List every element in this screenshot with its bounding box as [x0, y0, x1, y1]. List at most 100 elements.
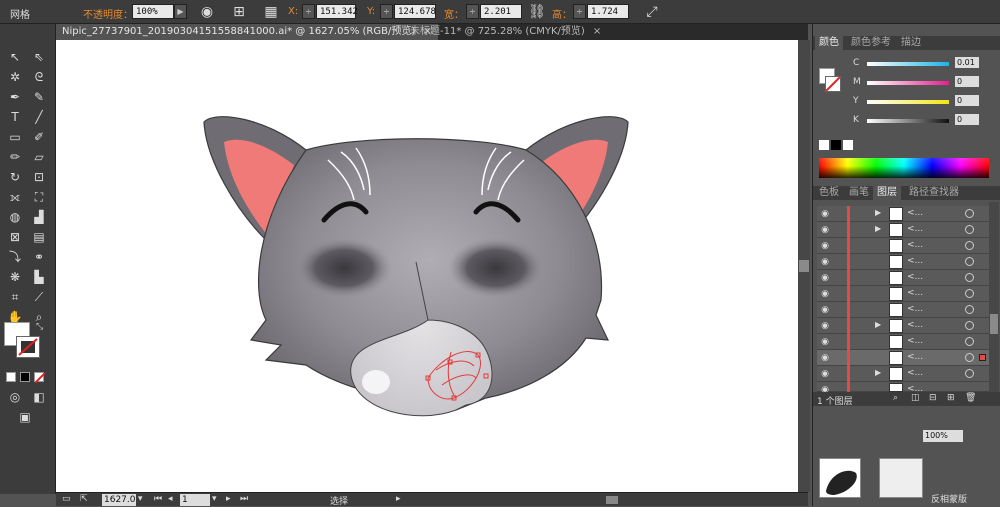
- target-icon[interactable]: [965, 273, 974, 282]
- artboard-dropdown-icon[interactable]: ▾: [212, 494, 217, 504]
- selection-tool-icon[interactable]: ↖: [4, 48, 26, 66]
- target-icon[interactable]: [965, 369, 974, 378]
- tab-swatches[interactable]: 色板: [815, 186, 843, 200]
- target-icon[interactable]: [965, 305, 974, 314]
- layer-row[interactable]: ◉ ▶ <...: [817, 206, 989, 222]
- magic-wand-tool-icon[interactable]: ✲: [4, 68, 26, 86]
- draw-behind-icon[interactable]: ◧: [28, 388, 50, 406]
- target-icon[interactable]: [965, 321, 974, 330]
- shape-builder-tool-icon[interactable]: ◍: [4, 208, 26, 226]
- target-icon[interactable]: [965, 225, 974, 234]
- opacity-label[interactable]: 不透明度：: [83, 6, 133, 21]
- pencil-tool-icon[interactable]: ✏: [4, 148, 26, 166]
- magenta-slider[interactable]: [867, 81, 949, 85]
- visibility-eye-icon[interactable]: ◉: [819, 288, 831, 300]
- visibility-eye-icon[interactable]: ◉: [819, 320, 831, 332]
- reference-point-icon[interactable]: ▦: [262, 3, 280, 21]
- slice-tool-icon[interactable]: ⟋: [28, 288, 50, 306]
- none-mode-icon[interactable]: [34, 372, 46, 384]
- color-spectrum[interactable]: [819, 158, 989, 178]
- perspective-grid-tool-icon[interactable]: ▟: [28, 208, 50, 226]
- layer-row[interactable]: ◉ <...: [817, 254, 989, 270]
- artboard-nav-icon[interactable]: ▭: [62, 494, 71, 504]
- visibility-eye-icon[interactable]: ◉: [819, 256, 831, 268]
- tab-layers[interactable]: 图层: [873, 186, 901, 200]
- target-icon[interactable]: [965, 241, 974, 250]
- last-artboard-icon[interactable]: ⏭: [240, 494, 248, 504]
- swap-fill-stroke-icon[interactable]: ⤡: [36, 322, 43, 332]
- curvature-tool-icon[interactable]: ✎: [28, 88, 50, 106]
- transform-icon[interactable]: ⤢: [643, 3, 661, 21]
- paintbrush-tool-icon[interactable]: ✐: [28, 128, 50, 146]
- prev-artboard-icon[interactable]: ◂: [168, 494, 173, 504]
- layer-row[interactable]: ◉ <...: [817, 238, 989, 254]
- expand-icon[interactable]: ▶: [875, 368, 881, 377]
- height-stepper[interactable]: ÷: [573, 4, 586, 19]
- layer-row[interactable]: ◉ <...: [817, 382, 989, 395]
- magenta-value-field[interactable]: 0: [955, 76, 979, 87]
- opacity-dropdown-button[interactable]: ▶: [174, 4, 187, 19]
- make-clipping-mask-icon[interactable]: ◫: [911, 393, 920, 403]
- layer-row[interactable]: ◉ <...: [817, 334, 989, 350]
- artboard-canvas[interactable]: [56, 40, 798, 492]
- draw-mode-icon[interactable]: ◎: [4, 388, 26, 406]
- stroke-swatch[interactable]: [16, 336, 40, 358]
- direct-selection-tool-icon[interactable]: ⇖: [28, 48, 50, 66]
- expand-icon[interactable]: ▶: [875, 224, 881, 233]
- gradient-mode-icon[interactable]: [20, 372, 30, 382]
- rotate-tool-icon[interactable]: ↻: [4, 168, 26, 186]
- opacity-field[interactable]: 100%: [132, 4, 174, 19]
- layer-row[interactable]: ◉ <...: [817, 286, 989, 302]
- new-sublayer-icon[interactable]: ⊟: [929, 393, 937, 403]
- opacity-mask-thumbnail[interactable]: [879, 458, 923, 498]
- target-icon[interactable]: [965, 289, 974, 298]
- quick-swatches[interactable]: [819, 140, 855, 150]
- recolor-icon[interactable]: ◉: [198, 3, 216, 21]
- x-field[interactable]: 151.342 m: [316, 4, 358, 32]
- screen-mode-icon[interactable]: ▣: [14, 408, 36, 426]
- tab-nipic-document[interactable]: Nipic_27737901_20190304151558841000.ai* …: [56, 24, 438, 40]
- artboard-tool-icon[interactable]: ⌗: [4, 288, 26, 306]
- expand-icon[interactable]: ▶: [875, 208, 881, 217]
- layers-scrollbar[interactable]: [989, 202, 999, 392]
- canvas-vertical-scrollbar[interactable]: [798, 40, 810, 492]
- target-icon[interactable]: [965, 209, 974, 218]
- type-tool-icon[interactable]: T: [4, 108, 26, 126]
- black-value-field[interactable]: 0: [955, 114, 979, 125]
- x-stepper[interactable]: ÷: [302, 4, 315, 19]
- first-artboard-icon[interactable]: ⏮: [154, 494, 162, 504]
- layer-row[interactable]: ◉ ▶ <...: [817, 318, 989, 334]
- visibility-eye-icon[interactable]: ◉: [819, 368, 831, 380]
- tab-stroke[interactable]: 描边: [897, 36, 925, 50]
- free-transform-tool-icon[interactable]: ⛶: [28, 188, 50, 206]
- target-icon[interactable]: [965, 257, 974, 266]
- scale-tool-icon[interactable]: ⊡: [28, 168, 50, 186]
- color-stroke-swatch[interactable]: [825, 76, 841, 92]
- rectangle-tool-icon[interactable]: ▭: [4, 128, 26, 146]
- color-mode-icon[interactable]: [6, 372, 16, 382]
- link-proportions-icon[interactable]: ⛓: [528, 3, 546, 21]
- invert-mask-checkbox-label[interactable]: 反相蒙版: [931, 492, 967, 505]
- tab-untitled-document[interactable]: 未标题-11* @ 725.28% (CMYK/预览) ×: [404, 24, 607, 40]
- visibility-eye-icon[interactable]: ◉: [819, 224, 831, 236]
- yellow-value-field[interactable]: 0: [955, 95, 979, 106]
- black-swatch[interactable]: [831, 140, 841, 150]
- lasso-tool-icon[interactable]: ᘓ: [28, 68, 50, 86]
- target-icon[interactable]: [965, 353, 974, 362]
- graph-tool-icon[interactable]: ▙: [28, 268, 50, 286]
- zoom-field[interactable]: 1627.0: [102, 494, 136, 506]
- visibility-eye-icon[interactable]: ◉: [819, 304, 831, 316]
- width-tool-icon[interactable]: ⟗: [4, 188, 26, 206]
- object-thumbnail[interactable]: [819, 458, 861, 498]
- visibility-eye-icon[interactable]: ◉: [819, 272, 831, 284]
- visibility-eye-icon[interactable]: ◉: [819, 208, 831, 220]
- mesh-tool-icon[interactable]: ⊠: [4, 228, 26, 246]
- status-menu-icon[interactable]: ▸: [396, 494, 401, 504]
- yellow-slider[interactable]: [867, 100, 949, 104]
- cyan-slider[interactable]: [867, 62, 949, 66]
- tab-pathfinder[interactable]: 路径查找器: [905, 186, 963, 200]
- height-field[interactable]: 1.724 mm: [587, 4, 629, 32]
- visibility-eye-icon[interactable]: ◉: [819, 352, 831, 364]
- eraser-tool-icon[interactable]: ▱: [28, 148, 50, 166]
- tab-color[interactable]: 颜色: [815, 36, 843, 50]
